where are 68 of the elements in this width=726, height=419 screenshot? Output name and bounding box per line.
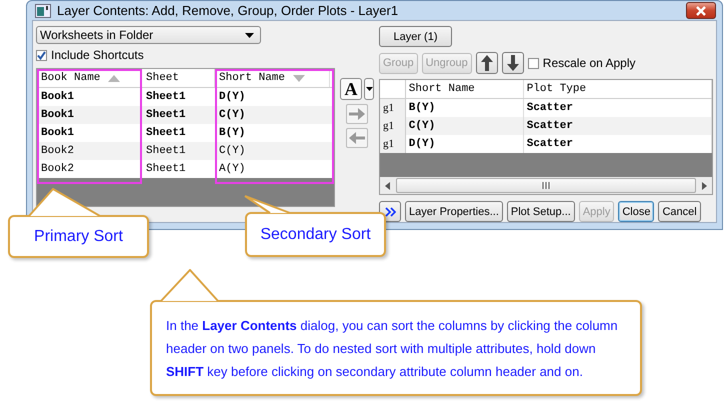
column-header[interactable]: Plot Type bbox=[524, 80, 712, 98]
table-cell: A(Y) bbox=[219, 163, 246, 175]
table-cell: Scatter bbox=[526, 138, 573, 150]
scroll-right-icon bbox=[702, 182, 707, 190]
checkbox-label: Rescale on Apply bbox=[542, 56, 636, 70]
horizontal-scrollbar[interactable] bbox=[380, 177, 712, 194]
table-cell: Scatter bbox=[526, 102, 573, 114]
caret-icon bbox=[366, 87, 372, 91]
remove-button[interactable] bbox=[346, 128, 368, 148]
font-button[interactable]: A bbox=[340, 78, 362, 100]
table-row[interactable]: Book1 Sheet1 B(Y) bbox=[37, 124, 334, 142]
checkbox[interactable] bbox=[528, 58, 539, 68]
table-row[interactable]: Book2 Sheet1 C(Y) bbox=[37, 142, 334, 160]
dialog-button[interactable]: Cancel bbox=[658, 201, 701, 222]
table-cell: Scatter bbox=[526, 120, 573, 132]
grip-icon bbox=[542, 182, 550, 189]
dialog-button[interactable]: Close bbox=[618, 201, 654, 222]
table-cell: Book1 bbox=[41, 91, 74, 103]
table-cell: Sheet1 bbox=[146, 127, 186, 139]
row-header: g1 bbox=[383, 102, 394, 114]
table-cell: Book1 bbox=[41, 109, 74, 121]
table-cell: Book2 bbox=[41, 163, 74, 175]
double-chevron-icon bbox=[384, 206, 396, 216]
table-cell: Book1 bbox=[41, 127, 74, 139]
dialog-button[interactable]: Plot Setup... bbox=[506, 201, 575, 222]
table-cell: Sheet1 bbox=[146, 91, 186, 103]
table-cell: C(Y) bbox=[219, 109, 246, 121]
table-cell: D(Y) bbox=[408, 138, 436, 150]
table-cell: Sheet1 bbox=[146, 163, 186, 175]
table-cell: D(Y) bbox=[219, 91, 246, 103]
down-arrow-icon bbox=[506, 55, 519, 71]
callout-text: In the Layer Contents dialog, you can sort the columns by clicking the column header on two panels. To do nested sort with multiple attributes, hold down SHIFT key before clicking on secondary attribute column header and on. bbox=[166, 316, 619, 381]
table-row[interactable]: Book1 Sheet1 C(Y) bbox=[37, 106, 334, 124]
app-icon bbox=[35, 4, 51, 18]
scroll-thumb[interactable] bbox=[396, 178, 696, 193]
table-cell: B(Y) bbox=[219, 127, 246, 139]
dialog-button[interactable]: Layer Properties... bbox=[405, 201, 503, 222]
table-cell: C(Y) bbox=[408, 120, 436, 132]
table-cell: C(Y) bbox=[219, 145, 246, 157]
up-arrow-icon bbox=[480, 55, 493, 71]
callout-text: Secondary Sort bbox=[260, 226, 371, 244]
close-icon bbox=[696, 6, 706, 16]
column-header[interactable]: Short Name bbox=[215, 69, 330, 87]
table-cell: B(Y) bbox=[408, 102, 436, 114]
column-header[interactable]: Book Name bbox=[37, 69, 142, 87]
checkbox-label: Include Shortcuts bbox=[51, 48, 144, 62]
layer-button[interactable]: Layer (1) bbox=[379, 26, 452, 47]
column-header[interactable]: Short Name bbox=[406, 80, 524, 98]
right-arrow-icon bbox=[349, 108, 365, 120]
table-row[interactable]: Book1 Sheet1 D(Y) bbox=[37, 88, 334, 106]
font-dropdown-button[interactable] bbox=[364, 78, 374, 100]
table-cell: Sheet1 bbox=[146, 109, 186, 121]
move-up-button[interactable] bbox=[476, 52, 498, 74]
left-arrow-icon bbox=[349, 132, 365, 144]
callout-text: Primary Sort bbox=[34, 228, 123, 246]
table-cell: Sheet1 bbox=[146, 145, 186, 157]
scroll-left-icon bbox=[385, 182, 390, 190]
row-header: g1 bbox=[383, 120, 394, 132]
window-title: Layer Contents: Add, Remove, Group, Order Plots - Layer1 bbox=[57, 3, 400, 18]
table-row[interactable]: Book2 Sheet1 A(Y) bbox=[37, 160, 334, 178]
caret-icon bbox=[245, 32, 254, 38]
source-dropdown[interactable]: Worksheets in Folder bbox=[36, 26, 261, 44]
column-header[interactable]: Sheet bbox=[142, 69, 215, 87]
close-button[interactable] bbox=[686, 2, 716, 19]
checkbox[interactable] bbox=[36, 50, 47, 60]
move-down-button[interactable] bbox=[502, 52, 524, 74]
row-header: g1 bbox=[383, 138, 394, 150]
table-cell: Book2 bbox=[41, 145, 74, 157]
